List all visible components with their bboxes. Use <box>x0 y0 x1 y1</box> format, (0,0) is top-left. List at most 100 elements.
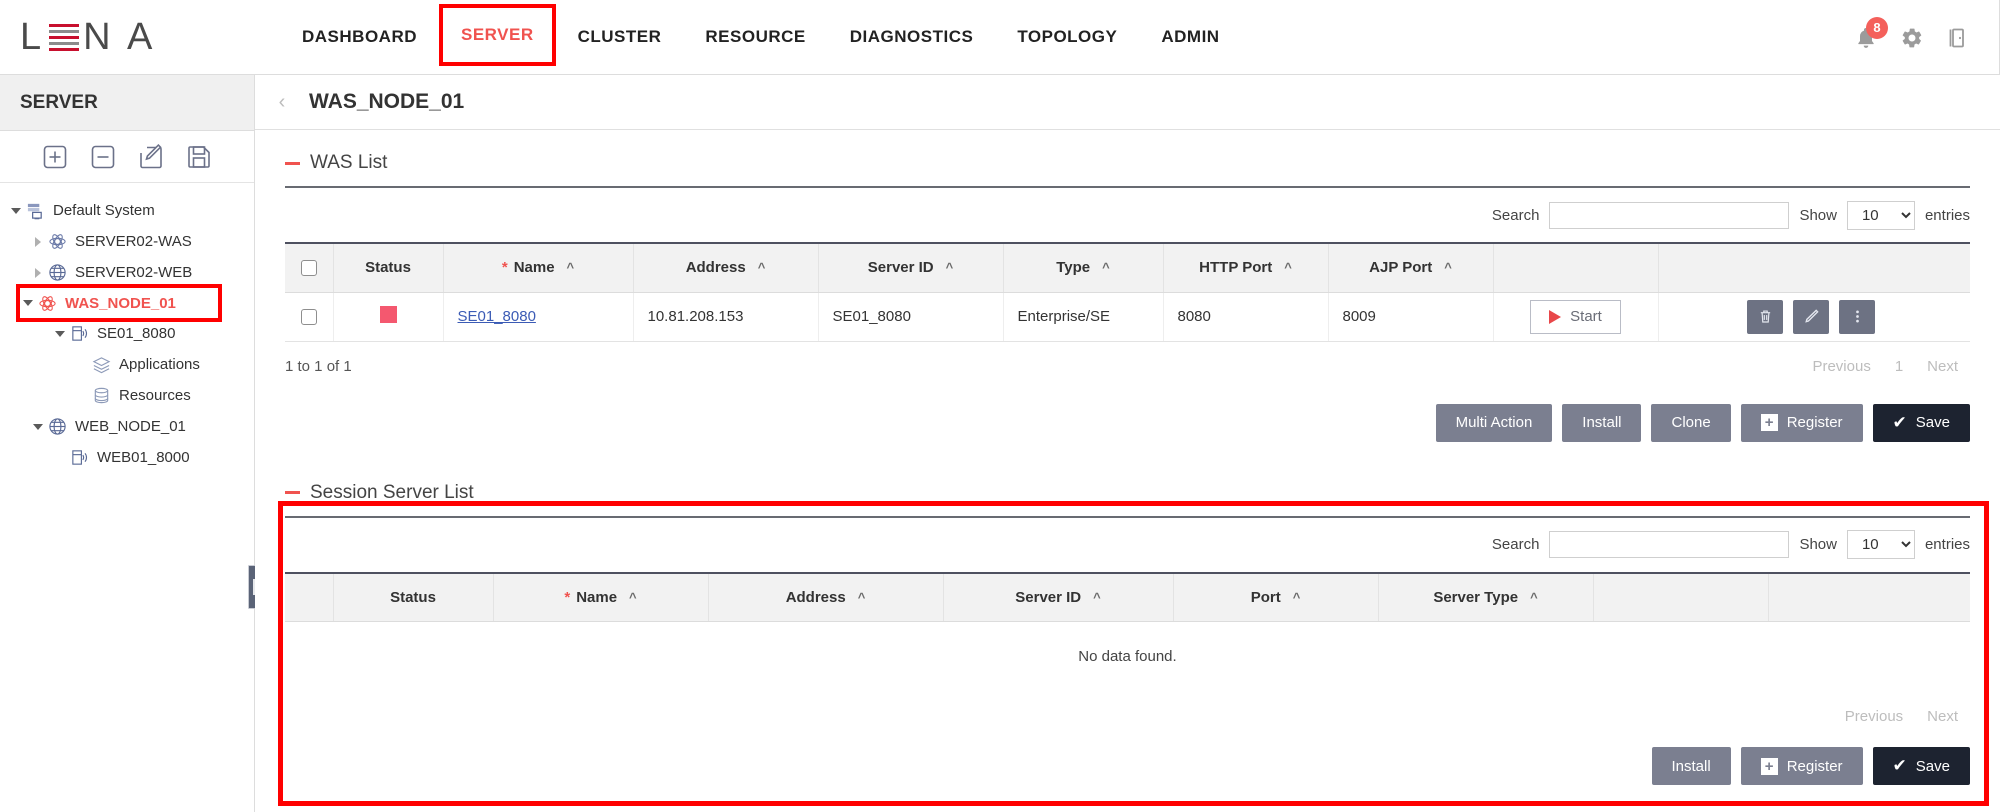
was-col-http-port[interactable]: HTTP Port ^ <box>1163 243 1328 292</box>
nav-item-cluster[interactable]: CLUSTER <box>556 0 684 74</box>
tree-remove-icon[interactable] <box>90 144 116 170</box>
nav-item-topology[interactable]: TOPOLOGY <box>995 0 1139 74</box>
table-row[interactable]: SE01_8080 10.81.208.153 SE01_8080 Enterp… <box>285 292 1970 341</box>
column-label: Status <box>365 259 411 276</box>
tree-add-icon[interactable] <box>42 144 68 170</box>
expander-down-icon[interactable] <box>8 208 24 214</box>
lena-logo[interactable]: L N A <box>0 16 255 59</box>
pagination-previous[interactable]: Previous <box>1833 704 1915 729</box>
was-col-ajp-port[interactable]: AJP Port^ <box>1328 243 1493 292</box>
tree-item-label: Default System <box>53 202 155 219</box>
start-server-button[interactable]: Start <box>1530 300 1621 334</box>
top-right-actions: 8 <box>1854 0 2000 75</box>
sort-asc-icon[interactable]: ^ <box>758 260 766 275</box>
was-pagination: Previous 1 Next <box>1800 354 1970 379</box>
expander-right-icon[interactable] <box>30 268 46 278</box>
install-button[interactable]: Install <box>1562 404 1641 442</box>
session-col-name[interactable]: *Name^ <box>493 573 708 622</box>
session-save-button[interactable]: ✔ Save <box>1873 747 1970 785</box>
tree-item-applications[interactable]: Applications <box>0 349 254 380</box>
was-col-name[interactable]: *Name^ <box>443 243 633 292</box>
multi-action-button[interactable]: Multi Action <box>1436 404 1553 442</box>
sort-asc-icon[interactable]: ^ <box>1293 590 1301 605</box>
session-install-button[interactable]: Install <box>1652 747 1731 785</box>
tree-item-se01-8080[interactable]: SE01_8080 <box>0 318 254 349</box>
logout-button[interactable] <box>1946 26 1970 50</box>
sidebar: SERVER Default System <box>0 75 255 812</box>
instance-icon <box>68 324 90 343</box>
pagination-next[interactable]: Next <box>1915 704 1970 729</box>
tree-item-was-node-01[interactable]: WAS_NODE_01 <box>20 288 218 318</box>
nav-item-diagnostics[interactable]: DIAGNOSTICS <box>828 0 996 74</box>
nav-item-server[interactable]: SERVER <box>439 4 556 66</box>
page-title: WAS_NODE_01 <box>309 90 464 114</box>
was-col-server-id[interactable]: Server ID^ <box>818 243 1003 292</box>
play-icon <box>1549 310 1561 324</box>
column-label: HTTP Port <box>1199 259 1272 276</box>
tree-edit-icon[interactable] <box>138 144 164 170</box>
application-window: L N A DASHBOARD SERVER CLUSTER RESOURCE … <box>0 0 2000 812</box>
notifications-button[interactable]: 8 <box>1854 26 1878 50</box>
register-button[interactable]: + Register <box>1741 404 1863 442</box>
expander-down-icon[interactable] <box>30 424 46 430</box>
pagination-previous[interactable]: Previous <box>1800 354 1882 379</box>
session-register-button[interactable]: + Register <box>1741 747 1863 785</box>
collapse-section-icon[interactable] <box>285 162 300 165</box>
start-button-label: Start <box>1570 308 1602 325</box>
nav-item-resource[interactable]: RESOURCE <box>683 0 827 74</box>
was-entries-label: entries <box>1925 207 1970 224</box>
session-show-entries-select[interactable]: 10 25 50 100 <box>1847 530 1915 559</box>
settings-button[interactable] <box>1900 26 1924 50</box>
server-name-link[interactable]: SE01_8080 <box>458 308 536 325</box>
sort-asc-icon[interactable]: ^ <box>1530 590 1538 605</box>
tree-item-server02-was[interactable]: SERVER02-WAS <box>0 226 254 257</box>
collapse-section-icon[interactable] <box>285 491 300 494</box>
expander-down-icon[interactable] <box>20 300 36 306</box>
tree-item-label: Resources <box>119 387 191 404</box>
was-show-label: Show <box>1799 207 1837 224</box>
more-options-button[interactable] <box>1839 300 1875 334</box>
tree-item-resources[interactable]: Resources <box>0 380 254 411</box>
session-col-server-id[interactable]: Server ID^ <box>943 573 1173 622</box>
sidebar-toolbar <box>0 131 254 183</box>
session-col-address[interactable]: Address^ <box>708 573 943 622</box>
tree-item-web-node-01[interactable]: WEB_NODE_01 <box>0 411 254 442</box>
clone-button[interactable]: Clone <box>1651 404 1730 442</box>
tree-item-web01-8000[interactable]: WEB01_8000 <box>0 442 254 473</box>
was-search-input[interactable] <box>1549 202 1789 229</box>
pagination-next[interactable]: Next <box>1915 354 1970 379</box>
sort-asc-icon[interactable]: ^ <box>946 260 954 275</box>
tree-item-default-system[interactable]: Default System <box>0 195 254 226</box>
session-search-input[interactable] <box>1549 531 1789 558</box>
sort-asc-icon[interactable]: ^ <box>567 260 575 275</box>
sort-asc-icon[interactable]: ^ <box>1444 260 1452 275</box>
was-col-address[interactable]: Address^ <box>633 243 818 292</box>
sort-asc-icon[interactable]: ^ <box>629 590 637 605</box>
tree-item-label: SE01_8080 <box>97 325 175 342</box>
collapse-sidebar-icon[interactable]: ‹ <box>267 91 297 114</box>
applications-icon <box>90 355 112 374</box>
was-show-entries-select[interactable]: 10 25 50 100 <box>1847 201 1915 230</box>
main-content: ‹ WAS_NODE_01 WAS List Search Show 10 25… <box>255 75 2000 812</box>
edit-row-button[interactable] <box>1793 300 1829 334</box>
nav-item-admin[interactable]: ADMIN <box>1139 0 1241 74</box>
session-col-port[interactable]: Port^ <box>1173 573 1378 622</box>
tree-save-icon[interactable] <box>186 144 212 170</box>
nav-item-dashboard[interactable]: DASHBOARD <box>280 0 439 74</box>
expander-down-icon[interactable] <box>52 331 68 337</box>
sort-asc-icon[interactable]: ^ <box>858 590 866 605</box>
row-checkbox[interactable] <box>301 309 317 325</box>
pagination-page-1[interactable]: 1 <box>1883 354 1915 379</box>
sort-asc-icon[interactable]: ^ <box>1284 260 1292 275</box>
was-col-select-all <box>285 243 333 292</box>
tree-item-server02-web[interactable]: SERVER02-WEB <box>0 257 254 288</box>
save-button[interactable]: ✔ Save <box>1873 404 1970 442</box>
session-col-server-type[interactable]: Server Type^ <box>1378 573 1593 622</box>
sort-asc-icon[interactable]: ^ <box>1102 260 1110 275</box>
sort-asc-icon[interactable]: ^ <box>1093 590 1101 605</box>
delete-row-button[interactable] <box>1747 300 1783 334</box>
session-header-row: Status *Name^ Address^ Server ID^ Port^ <box>285 573 1970 622</box>
was-col-type[interactable]: Type^ <box>1003 243 1163 292</box>
expander-right-icon[interactable] <box>30 237 46 247</box>
select-all-checkbox[interactable] <box>301 260 317 276</box>
